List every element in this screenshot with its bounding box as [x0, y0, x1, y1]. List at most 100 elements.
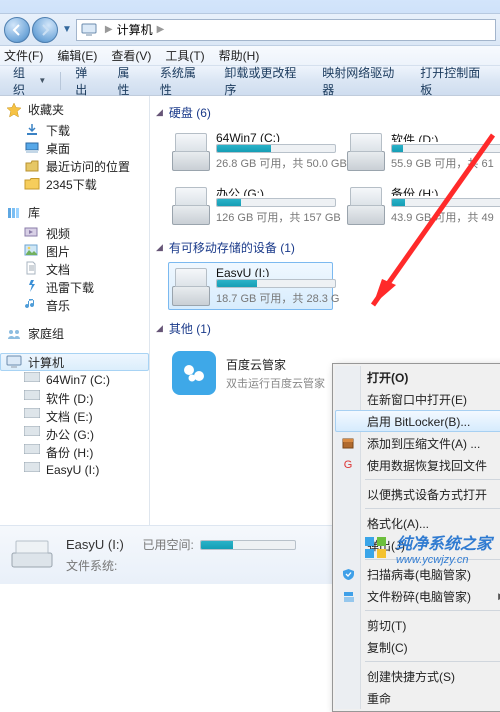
triangle-down-icon: ◢ [156, 107, 163, 118]
address-bar[interactable]: ▶ 计算机 ▶ [76, 19, 496, 41]
ctx-rename[interactable]: 重命 [335, 687, 500, 709]
sidebar-drive-g[interactable]: 办公 (G:) [0, 425, 149, 443]
picture-icon [24, 243, 40, 259]
other-app-name: 百度云管家 [226, 356, 325, 373]
cmd-separator [60, 72, 61, 90]
sidebar-item-documents[interactable]: 文档 [0, 260, 149, 278]
cmd-map-network-drive[interactable]: 映射网络驱动器 [313, 70, 409, 92]
capacity-bar [216, 279, 336, 289]
drive-stats: 18.7 GB 可用，共 28.3 G [216, 290, 340, 306]
ctx-separator [365, 508, 500, 509]
other-app-baidu-cloud[interactable]: 百度云管家 双击运行百度云管家 [168, 347, 329, 399]
ctx-data-recovery[interactable]: G使用数据恢复找回文件 [335, 454, 500, 476]
sidebar-drive-h[interactable]: 备份 (H:) [0, 443, 149, 461]
watermark-url: www.ycwjzy.cn [396, 554, 492, 566]
drive-icon [24, 462, 40, 478]
menu-view[interactable]: 查看(V) [111, 47, 151, 64]
sidebar-drive-e[interactable]: 文档 (E:) [0, 407, 149, 425]
ctx-enable-bitlocker[interactable]: 启用 BitLocker(B)... [335, 410, 500, 432]
hdd-icon [347, 131, 385, 173]
sidebar-favorites-header[interactable]: 收藏夹 [0, 98, 149, 121]
triangle-down-icon: ◢ [156, 242, 163, 253]
section-removable[interactable]: ◢有可移动存储的设备 (1) [150, 235, 500, 262]
command-bar: 组织▼ 弹出 属性 系统属性 卸载或更改程序 映射网络驱动器 打开控制面板 [0, 66, 500, 96]
capacity-bar [216, 144, 336, 154]
ctx-scan-virus[interactable]: 扫描病毒(电脑管家) [335, 563, 500, 585]
sidebar-computer-header[interactable]: 计算机 [0, 353, 149, 371]
drive-icon [24, 390, 40, 406]
ctx-open-as-portable[interactable]: 以便携式设备方式打开 [335, 483, 500, 505]
shield-icon [340, 566, 356, 582]
watermark: 纯净系统之家 www.ycwjzy.cn [364, 530, 492, 566]
menu-edit[interactable]: 编辑(E) [57, 47, 97, 64]
recent-icon [24, 158, 40, 174]
details-fs-label: 文件系统: [66, 557, 117, 574]
sidebar-item-2345[interactable]: 2345下载 [0, 175, 149, 193]
music-icon [24, 297, 40, 313]
drive-tile-i-selected[interactable]: EasyU (I:) 18.7 GB 可用，共 28.3 G [168, 262, 333, 310]
cmd-control-panel[interactable]: 打开控制面板 [411, 70, 496, 92]
ctx-separator [365, 610, 500, 611]
menu-help[interactable]: 帮助(H) [219, 47, 260, 64]
ctx-open[interactable]: 打开(O) [335, 366, 500, 388]
ctx-file-shred[interactable]: 文件粉碎(电脑管家)▶ [335, 585, 500, 607]
breadcrumb-computer[interactable]: 计算机 [117, 21, 153, 38]
cmd-properties[interactable]: 属性 [109, 70, 149, 92]
sidebar-drive-d[interactable]: 软件 (D:) [0, 389, 149, 407]
capacity-bar [391, 198, 500, 207]
section-hard-drives[interactable]: ◢硬盘 (6) [150, 100, 500, 127]
details-used-label: 已用空间: [142, 536, 193, 553]
drive-icon [24, 444, 40, 460]
cmd-system-properties[interactable]: 系统属性 [151, 70, 214, 92]
hdd-icon [172, 266, 210, 308]
watermark-logo-icon [364, 536, 388, 560]
sidebar-item-recent[interactable]: 最近访问的位置 [0, 157, 149, 175]
drive-tile-g[interactable]: 办公 (G:) 126 GB 可用，共 157 GB [168, 181, 333, 229]
breadcrumb-sep: ▶ [105, 24, 113, 35]
section-other[interactable]: ◢其他 (1) [150, 316, 500, 343]
menu-file[interactable]: 文件(F) [4, 47, 43, 64]
drive-tile-d[interactable]: 软件 (D:) 55.9 GB 可用，共 61 [343, 127, 500, 175]
watermark-title: 纯净系统之家 [396, 530, 492, 554]
details-capacity-bar [200, 540, 296, 550]
breadcrumb-sep: ▶ [157, 24, 165, 35]
ctx-separator [365, 661, 500, 662]
drive-icon [24, 408, 40, 424]
menu-tools[interactable]: 工具(T) [165, 47, 204, 64]
sidebar-item-pictures[interactable]: 图片 [0, 242, 149, 260]
sidebar-homegroup-header[interactable]: 家庭组 [0, 322, 149, 345]
window-titlebar [0, 0, 500, 14]
cmd-eject[interactable]: 弹出 [66, 70, 106, 92]
nav-history-chevron[interactable]: ▼ [62, 24, 72, 35]
capacity-bar [216, 198, 336, 207]
nav-forward-button[interactable] [32, 17, 58, 43]
sidebar-item-xunlei[interactable]: 迅雷下载 [0, 278, 149, 296]
drive-name: 办公 (G:) [216, 185, 341, 196]
navigation-pane: 收藏夹 下载 桌面 最近访问的位置 2345下载 库 视频 图片 文档 迅雷下载… [0, 96, 150, 525]
drive-tile-h[interactable]: 备份 (H:) 43.9 GB 可用，共 49 [343, 181, 500, 229]
ctx-cut[interactable]: 剪切(T) [335, 614, 500, 636]
cmd-organize[interactable]: 组织▼ [4, 70, 55, 92]
video-icon [24, 225, 40, 241]
sidebar-item-desktop[interactable]: 桌面 [0, 139, 149, 157]
ctx-add-to-zip[interactable]: 添加到压缩文件(A) ... [335, 432, 500, 454]
download-icon [24, 122, 40, 138]
sidebar-item-music[interactable]: 音乐 [0, 296, 149, 314]
sidebar-drive-i[interactable]: EasyU (I:) [0, 461, 149, 479]
cmd-uninstall[interactable]: 卸载或更改程序 [215, 70, 311, 92]
drive-stats: 43.9 GB 可用，共 49 [391, 209, 500, 225]
drive-icon [24, 372, 40, 388]
drive-tile-c[interactable]: 64Win7 (C:) 26.8 GB 可用，共 50.0 GB [168, 127, 333, 175]
ctx-create-shortcut[interactable]: 创建快捷方式(S) [335, 665, 500, 687]
sidebar-libraries-header[interactable]: 库 [0, 201, 149, 224]
drive-stats: 26.8 GB 可用，共 50.0 GB [216, 155, 347, 171]
nav-back-button[interactable] [4, 17, 30, 43]
ctx-copy[interactable]: 复制(C) [335, 636, 500, 658]
ctx-open-new-window[interactable]: 在新窗口中打开(E) [335, 388, 500, 410]
folder-icon [24, 176, 40, 192]
sidebar-item-downloads[interactable]: 下载 [0, 121, 149, 139]
sidebar-drive-c[interactable]: 64Win7 (C:) [0, 371, 149, 389]
drive-name: 软件 (D:) [391, 131, 500, 142]
capacity-bar [391, 144, 500, 153]
sidebar-item-videos[interactable]: 视频 [0, 224, 149, 242]
